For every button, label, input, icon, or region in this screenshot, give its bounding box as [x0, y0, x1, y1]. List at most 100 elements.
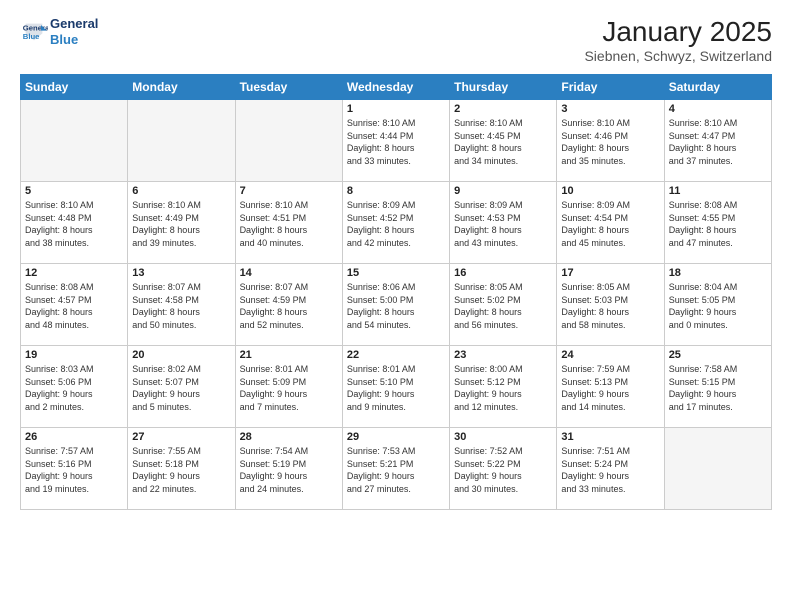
day-number: 30	[454, 431, 552, 443]
day-number: 26	[25, 431, 123, 443]
calendar-cell: 4Sunrise: 8:10 AM Sunset: 4:47 PM Daylig…	[664, 100, 771, 182]
day-info: Sunrise: 7:51 AM Sunset: 5:24 PM Dayligh…	[561, 445, 659, 495]
week-row-4: 26 Sunrise: 7:57 AM Sunset: 5:16 PM Dayli…	[21, 428, 772, 510]
day-info: Sunrise: 8:02 AM Sunset: 5:07 PM Dayligh…	[132, 363, 230, 413]
day-info: Sunrise: 7:52 AM Sunset: 5:22 PM Dayligh…	[454, 445, 552, 495]
calendar-cell: 31Sunrise: 7:51 AM Sunset: 5:24 PM Dayli…	[557, 428, 664, 510]
day-info: Sunrise: 8:07 AM Sunset: 4:59 PM Dayligh…	[240, 281, 338, 331]
calendar-cell: 20 Sunrise: 8:02 AM Sunset: 5:07 PM Dayli…	[128, 346, 235, 428]
day-number: 10	[561, 185, 659, 197]
day-info: Sunrise: 7:53 AM Sunset: 5:21 PM Dayligh…	[347, 445, 445, 495]
calendar-cell	[21, 100, 128, 182]
calendar-cell: 17Sunrise: 8:05 AM Sunset: 5:03 PM Dayli…	[557, 264, 664, 346]
calendar-cell: 18Sunrise: 8:04 AM Sunset: 5:05 PM Dayli…	[664, 264, 771, 346]
calendar-cell: 9Sunrise: 8:09 AM Sunset: 4:53 PM Daylig…	[450, 182, 557, 264]
week-row-0: 1 Sunrise: 8:10 AM Sunset: 4:44 PM Daylig…	[21, 100, 772, 182]
logo: General Blue General Blue	[20, 16, 98, 47]
day-info: Sunrise: 7:59 AM Sunset: 5:13 PM Dayligh…	[561, 363, 659, 413]
day-number: 12	[25, 267, 123, 279]
calendar-cell: 14 Sunrise: 8:07 AM Sunset: 4:59 PM Dayli…	[235, 264, 342, 346]
day-info: Sunrise: 8:05 AM Sunset: 5:02 PM Dayligh…	[454, 281, 552, 331]
calendar-cell: 2Sunrise: 8:10 AM Sunset: 4:45 PM Daylig…	[450, 100, 557, 182]
day-info: Sunrise: 8:08 AM Sunset: 4:55 PM Dayligh…	[669, 199, 767, 249]
logo-icon: General Blue	[20, 18, 48, 46]
day-number: 28	[240, 431, 338, 443]
calendar-cell: 5 Sunrise: 8:10 AM Sunset: 4:48 PM Daylig…	[21, 182, 128, 264]
logo-text: General Blue	[50, 16, 98, 47]
day-info: Sunrise: 8:09 AM Sunset: 4:52 PM Dayligh…	[347, 199, 445, 249]
day-info: Sunrise: 8:10 AM Sunset: 4:44 PM Dayligh…	[347, 117, 445, 167]
calendar-cell: 27Sunrise: 7:55 AM Sunset: 5:18 PM Dayli…	[128, 428, 235, 510]
calendar-cell: 23 Sunrise: 8:00 AM Sunset: 5:12 PM Dayli…	[450, 346, 557, 428]
day-number: 23	[454, 349, 552, 361]
day-info: Sunrise: 8:06 AM Sunset: 5:00 PM Dayligh…	[347, 281, 445, 331]
day-number: 17	[561, 267, 659, 279]
day-number: 16	[454, 267, 552, 279]
page: General Blue General Blue January 2025 S…	[0, 0, 792, 612]
calendar-cell: 24 Sunrise: 7:59 AM Sunset: 5:13 PM Dayli…	[557, 346, 664, 428]
calendar: SundayMondayTuesdayWednesdayThursdayFrid…	[20, 74, 772, 510]
weekday-header-saturday: Saturday	[664, 75, 771, 100]
calendar-cell: 16 Sunrise: 8:05 AM Sunset: 5:02 PM Dayli…	[450, 264, 557, 346]
calendar-cell: 29 Sunrise: 7:53 AM Sunset: 5:21 PM Dayli…	[342, 428, 449, 510]
day-info: Sunrise: 7:55 AM Sunset: 5:18 PM Dayligh…	[132, 445, 230, 495]
svg-text:General: General	[23, 23, 48, 32]
day-number: 14	[240, 267, 338, 279]
day-info: Sunrise: 8:03 AM Sunset: 5:06 PM Dayligh…	[25, 363, 123, 413]
calendar-cell: 30 Sunrise: 7:52 AM Sunset: 5:22 PM Dayli…	[450, 428, 557, 510]
day-info: Sunrise: 8:10 AM Sunset: 4:48 PM Dayligh…	[25, 199, 123, 249]
day-info: Sunrise: 7:58 AM Sunset: 5:15 PM Dayligh…	[669, 363, 767, 413]
day-number: 15	[347, 267, 445, 279]
day-number: 19	[25, 349, 123, 361]
weekday-header-monday: Monday	[128, 75, 235, 100]
day-number: 20	[132, 349, 230, 361]
day-number: 22	[347, 349, 445, 361]
header: General Blue General Blue January 2025 S…	[20, 16, 772, 64]
day-info: Sunrise: 8:10 AM Sunset: 4:49 PM Dayligh…	[132, 199, 230, 249]
day-info: Sunrise: 8:04 AM Sunset: 5:05 PM Dayligh…	[669, 281, 767, 331]
day-number: 1	[347, 103, 445, 115]
day-info: Sunrise: 8:01 AM Sunset: 5:09 PM Dayligh…	[240, 363, 338, 413]
weekday-header-tuesday: Tuesday	[235, 75, 342, 100]
calendar-cell: 1 Sunrise: 8:10 AM Sunset: 4:44 PM Daylig…	[342, 100, 449, 182]
day-number: 4	[669, 103, 767, 115]
location: Siebnen, Schwyz, Switzerland	[584, 48, 772, 64]
calendar-cell: 12 Sunrise: 8:08 AM Sunset: 4:57 PM Dayli…	[21, 264, 128, 346]
day-info: Sunrise: 7:57 AM Sunset: 5:16 PM Dayligh…	[25, 445, 123, 495]
calendar-cell: 21 Sunrise: 8:01 AM Sunset: 5:09 PM Dayli…	[235, 346, 342, 428]
logo-blue: Blue	[50, 32, 98, 48]
calendar-cell: 26 Sunrise: 7:57 AM Sunset: 5:16 PM Dayli…	[21, 428, 128, 510]
logo-general: General	[50, 16, 98, 32]
day-info: Sunrise: 8:09 AM Sunset: 4:54 PM Dayligh…	[561, 199, 659, 249]
day-number: 7	[240, 185, 338, 197]
calendar-cell: 19 Sunrise: 8:03 AM Sunset: 5:06 PM Dayli…	[21, 346, 128, 428]
day-number: 29	[347, 431, 445, 443]
day-info: Sunrise: 8:10 AM Sunset: 4:45 PM Dayligh…	[454, 117, 552, 167]
calendar-cell: 10 Sunrise: 8:09 AM Sunset: 4:54 PM Dayli…	[557, 182, 664, 264]
weekday-header-friday: Friday	[557, 75, 664, 100]
day-info: Sunrise: 8:08 AM Sunset: 4:57 PM Dayligh…	[25, 281, 123, 331]
day-info: Sunrise: 8:10 AM Sunset: 4:51 PM Dayligh…	[240, 199, 338, 249]
week-row-1: 5 Sunrise: 8:10 AM Sunset: 4:48 PM Daylig…	[21, 182, 772, 264]
day-number: 21	[240, 349, 338, 361]
day-number: 8	[347, 185, 445, 197]
day-number: 11	[669, 185, 767, 197]
calendar-cell	[664, 428, 771, 510]
calendar-cell: 6Sunrise: 8:10 AM Sunset: 4:49 PM Daylig…	[128, 182, 235, 264]
day-number: 5	[25, 185, 123, 197]
day-info: Sunrise: 8:10 AM Sunset: 4:46 PM Dayligh…	[561, 117, 659, 167]
calendar-cell: 3 Sunrise: 8:10 AM Sunset: 4:46 PM Daylig…	[557, 100, 664, 182]
calendar-cell	[128, 100, 235, 182]
week-row-3: 19 Sunrise: 8:03 AM Sunset: 5:06 PM Dayli…	[21, 346, 772, 428]
calendar-cell: 25Sunrise: 7:58 AM Sunset: 5:15 PM Dayli…	[664, 346, 771, 428]
calendar-cell: 11 Sunrise: 8:08 AM Sunset: 4:55 PM Dayli…	[664, 182, 771, 264]
day-number: 24	[561, 349, 659, 361]
weekday-header-sunday: Sunday	[21, 75, 128, 100]
weekday-header-wednesday: Wednesday	[342, 75, 449, 100]
month-title: January 2025	[584, 16, 772, 48]
day-number: 3	[561, 103, 659, 115]
day-info: Sunrise: 8:00 AM Sunset: 5:12 PM Dayligh…	[454, 363, 552, 413]
calendar-cell: 28Sunrise: 7:54 AM Sunset: 5:19 PM Dayli…	[235, 428, 342, 510]
day-number: 9	[454, 185, 552, 197]
calendar-cell: 8 Sunrise: 8:09 AM Sunset: 4:52 PM Daylig…	[342, 182, 449, 264]
